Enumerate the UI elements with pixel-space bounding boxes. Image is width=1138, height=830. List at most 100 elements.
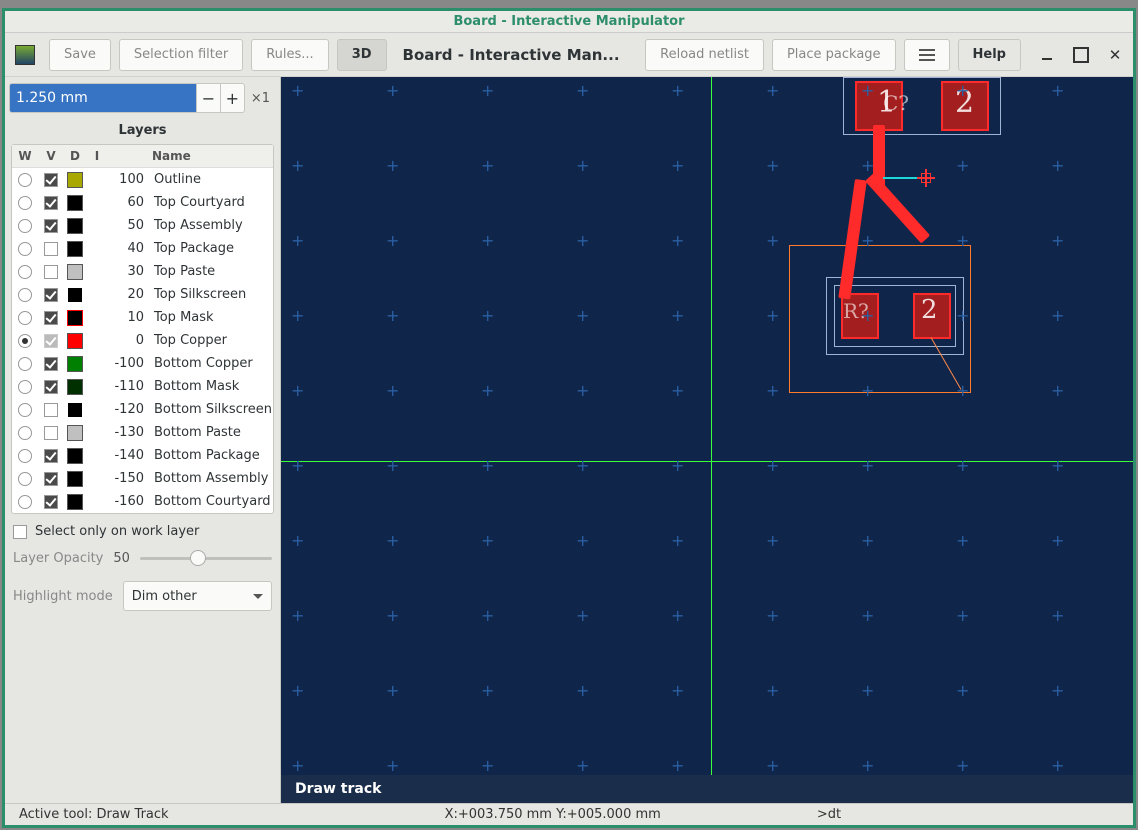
layer-work-radio[interactable] — [18, 472, 32, 486]
layer-work-radio[interactable] — [18, 449, 32, 463]
layer-color-swatch[interactable] — [67, 333, 83, 349]
tool-hint-bar: Draw track — [281, 775, 1133, 803]
layer-work-radio[interactable] — [18, 380, 32, 394]
layer-visible-checkbox[interactable] — [44, 242, 58, 256]
layer-index: -120 — [108, 402, 148, 417]
layer-row[interactable]: -150Bottom Assembly — [12, 467, 273, 490]
layer-color-swatch[interactable] — [67, 264, 83, 280]
layer-color-swatch[interactable] — [67, 310, 83, 326]
col-name: Name — [148, 149, 273, 163]
layer-row[interactable]: -120Bottom Silkscreen — [12, 398, 273, 421]
layer-work-radio[interactable] — [18, 334, 32, 348]
layer-name: Bottom Package — [148, 448, 273, 463]
close-icon[interactable]: ✕ — [1107, 47, 1123, 63]
grid-point: + — [386, 537, 399, 545]
pcb-canvas[interactable]: 1 C? 2 R? 2 +++ — [281, 77, 1133, 775]
3d-button[interactable]: 3D — [337, 39, 387, 71]
grid-multiplier-label: ×1 — [245, 91, 276, 106]
layer-work-radio[interactable] — [18, 219, 32, 233]
grid-point: + — [766, 237, 779, 245]
layer-row[interactable]: -140Bottom Package — [12, 444, 273, 467]
layer-color-swatch[interactable] — [67, 218, 83, 234]
layer-work-radio[interactable] — [18, 311, 32, 325]
layer-row[interactable]: 40Top Package — [12, 237, 273, 260]
highlight-mode-select[interactable]: Dim other — [123, 581, 272, 611]
selection-filter-button[interactable]: Selection filter — [119, 39, 243, 71]
layer-work-radio[interactable] — [18, 426, 32, 440]
layer-visible-checkbox[interactable] — [44, 196, 58, 210]
layer-visible-checkbox[interactable] — [44, 403, 58, 417]
layer-index: -140 — [108, 448, 148, 463]
layer-visible-checkbox[interactable] — [44, 380, 58, 394]
hamburger-button[interactable] — [904, 39, 950, 71]
layer-color-swatch[interactable] — [67, 287, 83, 303]
layer-color-swatch[interactable] — [67, 471, 83, 487]
layer-visible-checkbox[interactable] — [44, 495, 58, 509]
help-button[interactable]: Help — [958, 39, 1021, 71]
layer-row[interactable]: 0Top Copper — [12, 329, 273, 352]
layer-row[interactable]: 50Top Assembly — [12, 214, 273, 237]
grid-point: + — [291, 387, 304, 395]
layer-work-radio[interactable] — [18, 357, 32, 371]
layer-work-radio[interactable] — [18, 288, 32, 302]
layer-work-radio[interactable] — [18, 265, 32, 279]
layer-color-swatch[interactable] — [67, 402, 83, 418]
layer-visible-checkbox[interactable] — [44, 357, 58, 371]
layer-visible-checkbox[interactable] — [44, 219, 58, 233]
layer-color-swatch[interactable] — [67, 379, 83, 395]
layer-row[interactable]: 60Top Courtyard — [12, 191, 273, 214]
save-button[interactable]: Save — [49, 39, 111, 71]
layer-work-radio[interactable] — [18, 242, 32, 256]
layer-row[interactable]: 20Top Silkscreen — [12, 283, 273, 306]
grid-point: + — [576, 687, 589, 695]
layer-color-swatch[interactable] — [67, 425, 83, 441]
layer-row[interactable]: 30Top Paste — [12, 260, 273, 283]
layer-opacity-slider[interactable] — [140, 549, 272, 567]
grid-point: + — [576, 462, 589, 470]
highlight-mode-label: Highlight mode — [13, 589, 113, 604]
window-titlebar[interactable]: Board - Interactive Manipulator — [5, 11, 1133, 33]
layer-color-swatch[interactable] — [67, 172, 83, 188]
layer-row[interactable]: -100Bottom Copper — [12, 352, 273, 375]
place-package-button[interactable]: Place package — [772, 39, 896, 71]
grid-decrement-button[interactable]: − — [197, 83, 221, 113]
grid-point: + — [861, 312, 874, 320]
select-only-work-layer-checkbox[interactable] — [13, 525, 27, 539]
layer-color-swatch[interactable] — [67, 448, 83, 464]
grid-point: + — [956, 387, 969, 395]
grid-point: + — [576, 237, 589, 245]
layer-row[interactable]: -110Bottom Mask — [12, 375, 273, 398]
document-title: Board - Interactive Man... — [395, 46, 628, 64]
layer-color-swatch[interactable] — [67, 356, 83, 372]
layer-color-swatch[interactable] — [67, 494, 83, 510]
grid-point: + — [766, 612, 779, 620]
grid-point: + — [386, 612, 399, 620]
layer-visible-checkbox[interactable] — [44, 311, 58, 325]
grid-size-input[interactable] — [9, 83, 197, 113]
layer-row[interactable]: 10Top Mask — [12, 306, 273, 329]
layer-visible-checkbox[interactable] — [44, 265, 58, 279]
reload-netlist-button[interactable]: Reload netlist — [645, 39, 764, 71]
grid-point: + — [576, 87, 589, 95]
layer-work-radio[interactable] — [18, 196, 32, 210]
grid-increment-button[interactable]: + — [221, 83, 245, 113]
layer-visible-checkbox[interactable] — [44, 449, 58, 463]
select-only-work-layer-label: Select only on work layer — [35, 524, 199, 539]
layer-visible-checkbox[interactable] — [44, 173, 58, 187]
layer-work-radio[interactable] — [18, 495, 32, 509]
minimize-icon[interactable] — [1039, 47, 1055, 63]
maximize-icon[interactable] — [1073, 47, 1089, 63]
layer-visible-checkbox[interactable] — [44, 426, 58, 440]
grid-point: + — [1051, 237, 1064, 245]
layer-row[interactable]: -160Bottom Courtyard — [12, 490, 273, 513]
rules-button[interactable]: Rules... — [251, 39, 328, 71]
layer-color-swatch[interactable] — [67, 195, 83, 211]
layer-row[interactable]: -130Bottom Paste — [12, 421, 273, 444]
layer-row[interactable]: 100Outline — [12, 168, 273, 191]
layer-color-swatch[interactable] — [67, 241, 83, 257]
layer-work-radio[interactable] — [18, 173, 32, 187]
col-w: W — [12, 149, 38, 163]
layer-work-radio[interactable] — [18, 403, 32, 417]
layer-visible-checkbox[interactable] — [44, 472, 58, 486]
layer-visible-checkbox[interactable] — [44, 288, 58, 302]
